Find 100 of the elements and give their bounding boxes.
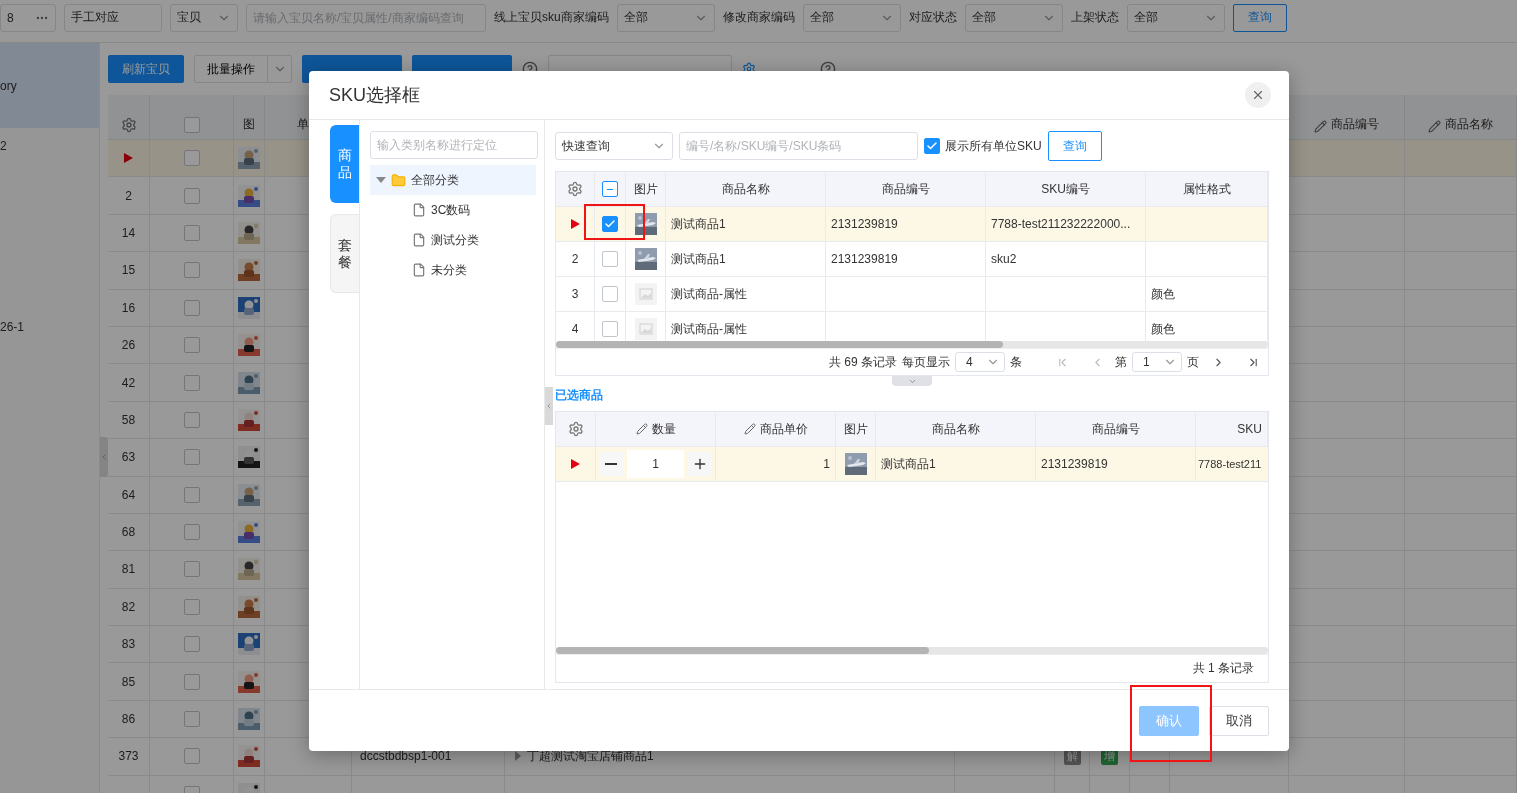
column-header: 图 <box>243 116 255 133</box>
batch-dropdown-button[interactable]: 批量操作 <box>194 55 292 83</box>
collapse-handle[interactable] <box>100 437 108 477</box>
settings-icon[interactable] <box>567 421 584 437</box>
mode-field[interactable]: 手工对应 <box>64 3 162 32</box>
query-mode-select[interactable]: 快速查询 <box>555 132 673 160</box>
checkbox[interactable] <box>183 262 200 279</box>
quantity-field[interactable]: 1 <box>626 450 685 478</box>
tree-item[interactable]: 全部分类 <box>370 165 536 195</box>
sidebar-item[interactable]: 26-1 <box>0 309 99 345</box>
checkbox[interactable] <box>183 187 200 204</box>
collapse-toggle[interactable] <box>892 376 932 386</box>
page-size-select[interactable]: 4 <box>955 352 1005 372</box>
table-row[interactable]: 1 1 测试商品1 2131239819 7788-test211 <box>556 447 1268 482</box>
decrease-button[interactable] <box>600 452 623 476</box>
table-cell: 测试商品-属性 <box>671 320 747 338</box>
collapse-handle[interactable] <box>545 387 553 425</box>
horizontal-scrollbar[interactable] <box>556 647 1268 654</box>
row-number: 15 <box>121 263 136 278</box>
checkbox[interactable] <box>183 598 200 615</box>
sidebar-item[interactable]: ory <box>0 43 99 128</box>
column-header: 商品单价 <box>759 420 808 438</box>
column-header: 商品名称 <box>1445 116 1493 133</box>
checkbox[interactable] <box>183 673 200 690</box>
column-header: 商品编号 <box>1331 116 1379 133</box>
checkbox[interactable] <box>183 524 200 541</box>
row-number: 63 <box>121 450 136 465</box>
tree-item[interactable]: 测试分类 <box>370 225 536 255</box>
checkbox[interactable] <box>183 711 200 728</box>
checkbox[interactable] <box>183 299 200 316</box>
row-number: 64 <box>121 487 136 502</box>
checkbox[interactable] <box>183 486 200 503</box>
checkbox-label: 展示所有单位SKU <box>945 137 1042 155</box>
side-tab[interactable]: 套餐 <box>330 214 359 293</box>
type-select[interactable]: 宝贝 <box>170 3 238 32</box>
check-icon <box>926 140 938 152</box>
caret-icon[interactable] <box>515 751 521 762</box>
cancel-button[interactable]: 取消 <box>1209 705 1269 736</box>
row-number: 14 <box>121 225 136 240</box>
checkbox[interactable] <box>183 337 200 354</box>
table-row[interactable]: 2 测试商品1 2131239819 sku2 <box>556 242 1268 277</box>
column-header: SKU编号 <box>1041 180 1090 198</box>
chevron-left-icon <box>100 453 108 461</box>
table-cell: 测试商品1 <box>671 215 726 233</box>
column-header: 单 <box>297 116 309 133</box>
table-cell: 颜色 <box>1151 285 1175 303</box>
table-row[interactable]: 3 测试商品-属性 颜色 <box>556 277 1268 312</box>
filter-select[interactable]: 全部 <box>964 3 1063 32</box>
sku-search-field[interactable]: 编号/名称/SKU编号/SKU条码 <box>679 132 918 160</box>
sidebar-item[interactable]: 2 <box>0 128 99 164</box>
page-unit: 页 <box>1187 353 1199 371</box>
checkbox[interactable] <box>924 138 940 154</box>
table-cell: sku2 <box>991 252 1017 266</box>
row-number: 58 <box>121 412 136 427</box>
checkbox[interactable] <box>602 216 618 232</box>
filter-select[interactable]: 全部 <box>616 3 715 32</box>
filter-select[interactable]: 全部 <box>1126 3 1225 32</box>
column-header: 图片 <box>633 180 658 198</box>
table-cell: 1 <box>823 457 830 471</box>
checkbox[interactable] <box>183 150 200 167</box>
row-number: 16 <box>121 300 136 315</box>
record-count: 共 1 条记录 <box>1192 660 1254 677</box>
checkbox[interactable] <box>602 286 618 302</box>
horizontal-scrollbar[interactable] <box>556 341 1268 348</box>
column-header: SKU <box>1237 422 1262 436</box>
minus-icon <box>605 463 618 465</box>
table-row[interactable]: 测试商品1 2131239819 7788-test211232222000... <box>556 207 1268 242</box>
increase-button[interactable] <box>688 452 711 476</box>
select-all-checkbox[interactable] <box>602 181 618 197</box>
close-button[interactable] <box>1245 82 1271 108</box>
row-number: 85 <box>121 674 136 689</box>
page-select[interactable]: 1 <box>1132 352 1182 372</box>
checkbox[interactable] <box>183 374 200 391</box>
tree-item[interactable]: 3C数码 <box>370 195 536 225</box>
column-header: 属性格式 <box>1182 180 1231 198</box>
folder-icon <box>391 172 406 188</box>
category-search-field[interactable]: 输入类别名称进行定位 <box>370 131 538 159</box>
checkbox[interactable] <box>183 561 200 578</box>
filter-label: 修改商家编码 <box>722 9 795 26</box>
settings-icon[interactable] <box>567 181 583 197</box>
checkbox[interactable] <box>183 224 200 241</box>
filter-label: 线上宝贝sku商家编码 <box>494 9 609 26</box>
record-count: 共 69 条记录 <box>829 353 897 371</box>
checkbox[interactable] <box>183 636 200 653</box>
filter-select[interactable]: 全部 <box>802 3 901 32</box>
column-header: 图片 <box>843 420 868 438</box>
file-icon <box>412 233 426 247</box>
tree-item[interactable]: 未分类 <box>370 255 536 285</box>
column-header: 商品名称 <box>931 420 980 438</box>
column-header: 商品编号 <box>1091 420 1140 438</box>
checkbox[interactable] <box>183 117 200 133</box>
checkbox[interactable] <box>183 449 200 466</box>
checkbox[interactable] <box>183 411 200 428</box>
column-header: 商品编号 <box>881 180 930 198</box>
checkbox[interactable] <box>183 748 200 765</box>
shop-select[interactable]: 8 <box>0 3 56 32</box>
settings-icon[interactable] <box>120 117 137 133</box>
check-icon <box>604 218 616 230</box>
checkbox[interactable] <box>602 251 618 267</box>
checkbox[interactable] <box>602 321 618 337</box>
